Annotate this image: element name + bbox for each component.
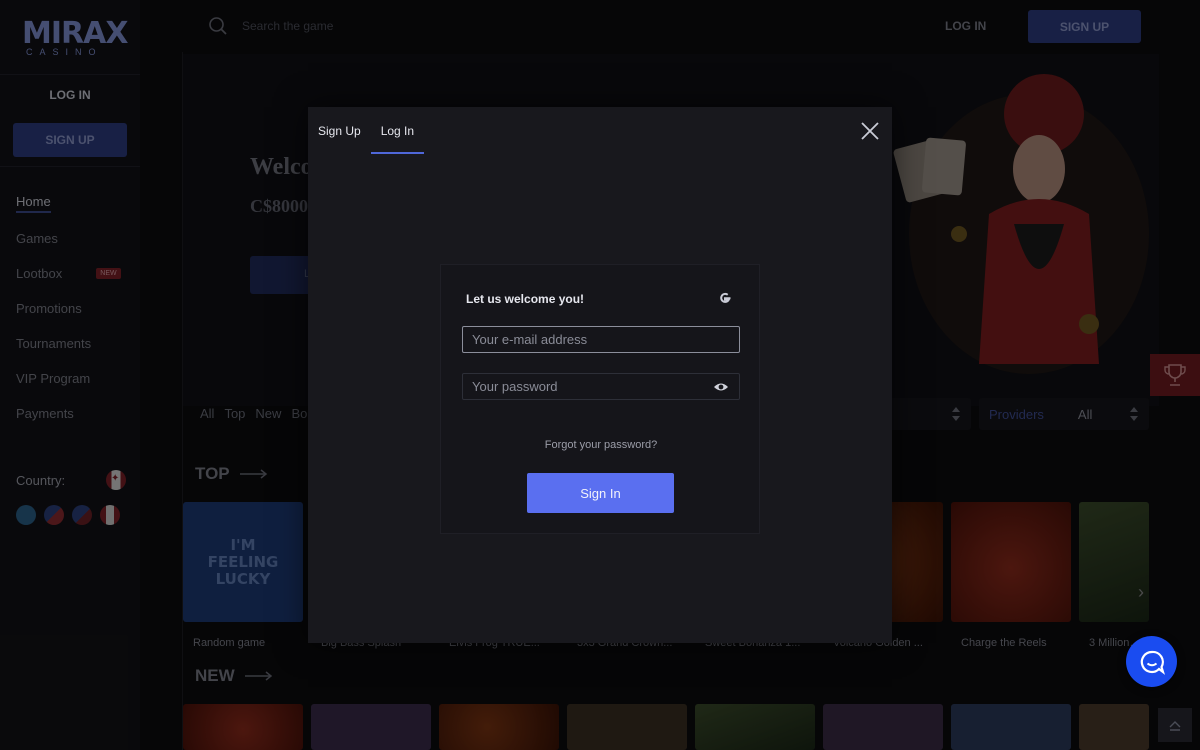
chat-icon	[1140, 650, 1165, 675]
live-chat-button[interactable]	[1126, 636, 1177, 687]
forgot-password-link[interactable]: Forgot your password?	[441, 439, 761, 451]
form-title: Let us welcome you!	[466, 292, 585, 306]
password-input[interactable]	[463, 374, 739, 399]
google-icon[interactable]	[717, 290, 733, 306]
close-icon[interactable]	[858, 119, 882, 143]
tab-log-in[interactable]: Log In	[370, 107, 425, 154]
tab-sign-up[interactable]: Sign Up	[308, 107, 371, 154]
arrow-up-icon	[1169, 721, 1181, 731]
eye-icon[interactable]	[713, 381, 729, 393]
email-input[interactable]	[463, 327, 739, 352]
password-field[interactable]	[462, 373, 740, 400]
auth-tabs: Sign Up Log In	[308, 107, 425, 154]
email-field[interactable]	[462, 326, 740, 353]
login-form: Let us welcome you! Forgot your password…	[440, 264, 760, 534]
scroll-top-button[interactable]	[1158, 708, 1192, 742]
auth-modal: Sign Up Log In Let us welcome you! Forgo…	[308, 107, 892, 643]
sign-in-button[interactable]: Sign In	[527, 473, 674, 513]
